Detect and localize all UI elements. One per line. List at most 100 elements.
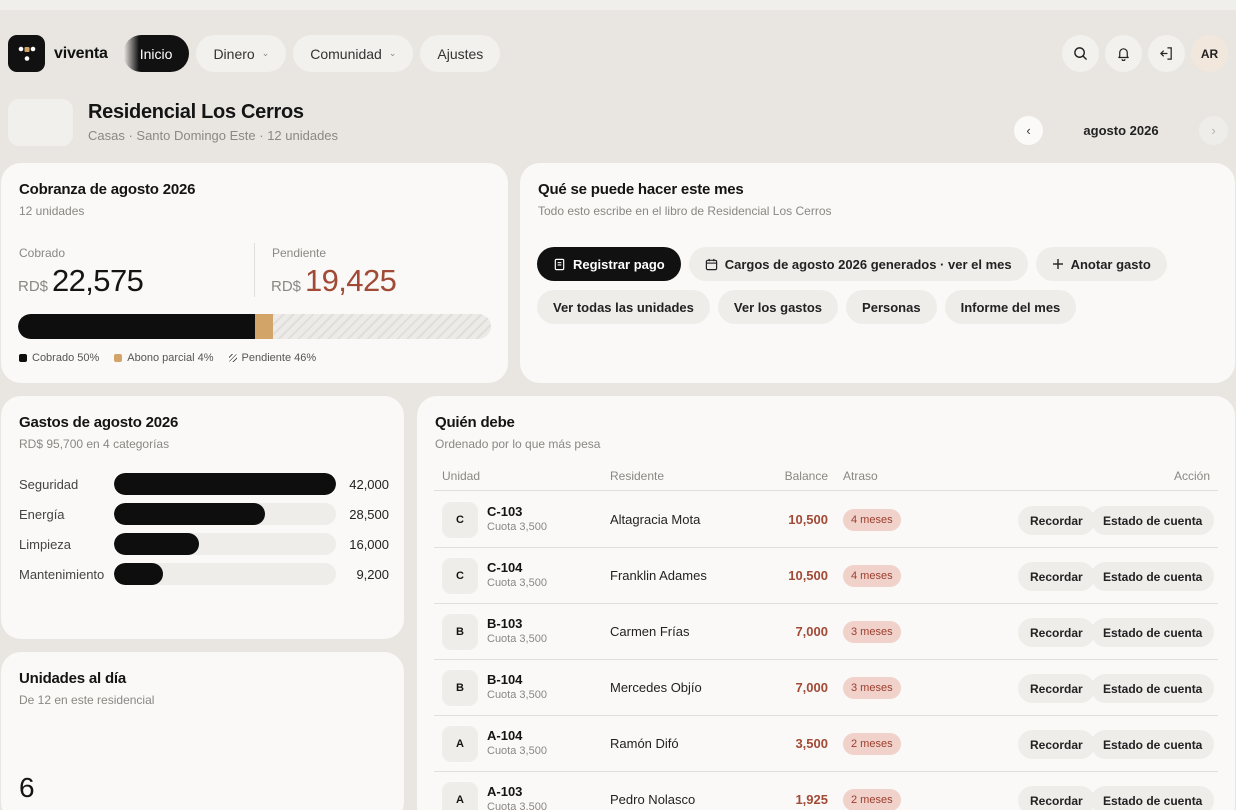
legend-collected: Cobrado 50%: [19, 352, 99, 364]
monthly-report-button[interactable]: Informe del mes: [944, 290, 1077, 324]
progress-collected: [18, 314, 255, 339]
legend-swatch: [19, 354, 27, 362]
logo[interactable]: [8, 35, 45, 72]
remind-button[interactable]: Recordar: [1018, 618, 1095, 647]
remind-button[interactable]: Recordar: [1018, 562, 1095, 591]
nav-tab-ajustes[interactable]: Ajustes: [420, 35, 501, 72]
expense-row: Seguridad 42,000: [19, 473, 389, 495]
expense-name: Limpieza: [19, 536, 72, 552]
remind-button[interactable]: Recordar: [1018, 506, 1095, 535]
legend-partial: Abono parcial 4%: [114, 352, 214, 364]
pending-label: Pendiente: [272, 246, 327, 260]
actions-card: Qué se puede hacer este mes Todo esto es…: [520, 163, 1235, 383]
search-icon: [1074, 47, 1087, 60]
card-subtitle: Todo esto escribe en el libro de Residen…: [538, 204, 832, 218]
unit-code: C-104: [487, 560, 523, 575]
view-expenses-button[interactable]: Ver los gastos: [717, 290, 839, 324]
chip-label: Ver todas las unidades: [553, 299, 694, 315]
legend-text: Cobrado 50%: [32, 352, 100, 364]
balance-value: 3,500: [795, 736, 828, 751]
register-payment-button[interactable]: Registrar pago: [537, 247, 681, 281]
block-badge: C: [442, 502, 478, 538]
chip-label: Anotar gasto: [1070, 256, 1151, 272]
remind-button[interactable]: Recordar: [1018, 730, 1095, 759]
plus-icon: [1052, 258, 1064, 270]
expense-value: 16,000: [349, 536, 389, 552]
avatar[interactable]: AR: [1191, 35, 1228, 72]
debtors-card: Quién debe Ordenado por lo que más pesa …: [417, 396, 1235, 810]
unit-fee: Cuota 3,500: [487, 633, 547, 645]
chevron-left-icon: ‹: [1026, 123, 1031, 138]
expense-bar-track: [114, 503, 336, 525]
account-statement-button[interactable]: Estado de cuenta: [1091, 674, 1215, 703]
expense-name: Mantenimiento: [19, 566, 105, 582]
card-subtitle: 12 unidades: [19, 204, 85, 218]
account-statement-button[interactable]: Estado de cuenta: [1091, 562, 1215, 591]
card-subtitle: Ordenado por lo que más pesa: [435, 437, 601, 451]
search-button[interactable]: [1062, 35, 1099, 72]
nav-actions: AR: [1062, 35, 1228, 72]
calendar-icon: [705, 258, 718, 271]
column-header-resident: Residente: [610, 469, 665, 483]
chip-label: Informe del mes: [960, 299, 1061, 315]
resident-name: Mercedes Objío: [610, 680, 702, 695]
next-month-button[interactable]: ›: [1199, 116, 1228, 145]
account-statement-button[interactable]: Estado de cuenta: [1091, 618, 1215, 647]
page-title: Residencial Los Cerros: [88, 101, 304, 123]
pending-amount: RD$ 19,425: [271, 263, 397, 299]
remind-button[interactable]: Recordar: [1018, 674, 1095, 703]
expense-bar: [114, 503, 265, 525]
currency-label: RD$: [18, 278, 49, 295]
chip-label: Personas: [862, 299, 921, 315]
expense-row: Mantenimiento 9,200: [19, 563, 389, 585]
current-month: agosto 2026: [1083, 123, 1159, 138]
view-units-button[interactable]: Ver todas las unidades: [537, 290, 710, 324]
resident-name: Pedro Nolasco: [610, 792, 696, 807]
logo-mark-icon: [18, 46, 35, 61]
unit-code: B-104: [487, 672, 523, 687]
account-statement-button[interactable]: Estado de cuenta: [1091, 730, 1215, 759]
logout-icon: [1160, 47, 1172, 60]
add-expense-button[interactable]: Anotar gasto: [1035, 247, 1167, 281]
progress-partial: [254, 314, 274, 339]
expenses-card: Gastos de agosto 2026 RD$ 95,700 en 4 ca…: [1, 396, 404, 639]
units-up-to-date-value: 6: [19, 772, 35, 803]
table-row: C C-104 Cuota 3,500 Franklin Adames 10,5…: [434, 548, 1218, 604]
collection-card: Cobranza de agosto 2026 12 unidades Cobr…: [1, 163, 508, 383]
late-badge: 3 meses: [843, 621, 901, 643]
receipt-icon: [553, 258, 566, 271]
month-charges-button[interactable]: Cargos de agosto 2026 generados · ver el…: [688, 247, 1028, 281]
card-subtitle: RD$ 95,700 en 4 categorías: [19, 437, 170, 451]
divider: [254, 243, 255, 297]
nav-tab-dinero[interactable]: Dinero ⌄: [196, 35, 287, 72]
unit-fee: Cuota 3,500: [487, 689, 547, 701]
balance-value: 7,000: [795, 624, 828, 639]
block-badge: B: [442, 670, 478, 706]
notifications-button[interactable]: [1105, 35, 1142, 72]
brand-name: viventa: [54, 44, 108, 62]
people-button[interactable]: Personas: [846, 290, 937, 324]
late-badge: 2 meses: [843, 733, 901, 755]
balance-value: 10,500: [788, 512, 828, 527]
expense-bar: [114, 563, 163, 585]
balance-value: 1,925: [795, 792, 828, 807]
account-statement-button[interactable]: Estado de cuenta: [1091, 786, 1215, 810]
account-statement-button[interactable]: Estado de cuenta: [1091, 506, 1215, 535]
logout-button[interactable]: [1148, 35, 1185, 72]
window-top-strip: [0, 0, 1236, 10]
remind-button[interactable]: Recordar: [1018, 786, 1095, 810]
column-header-unit: Unidad: [442, 469, 481, 483]
collected-value: 22,575: [52, 263, 144, 298]
nav-tab-inicio[interactable]: Inicio: [122, 35, 190, 72]
top-nav: viventa Inicio Dinero ⌄ Comunidad ⌄ Ajuste…: [8, 35, 1228, 72]
card-title: Qué se puede hacer este mes: [538, 181, 744, 198]
chip-label: Ver los gastos: [733, 299, 823, 315]
balance-value: 7,000: [795, 680, 828, 695]
expense-bar: [114, 473, 336, 495]
prev-month-button[interactable]: ‹: [1014, 116, 1043, 145]
column-header-balance: Balance: [784, 469, 828, 483]
unit-fee: Cuota 3,500: [487, 745, 547, 757]
nav-tab-comunidad[interactable]: Comunidad ⌄: [293, 35, 414, 72]
card-title: Gastos de agosto 2026: [19, 414, 179, 431]
chip-label: Registrar pago: [573, 256, 665, 272]
